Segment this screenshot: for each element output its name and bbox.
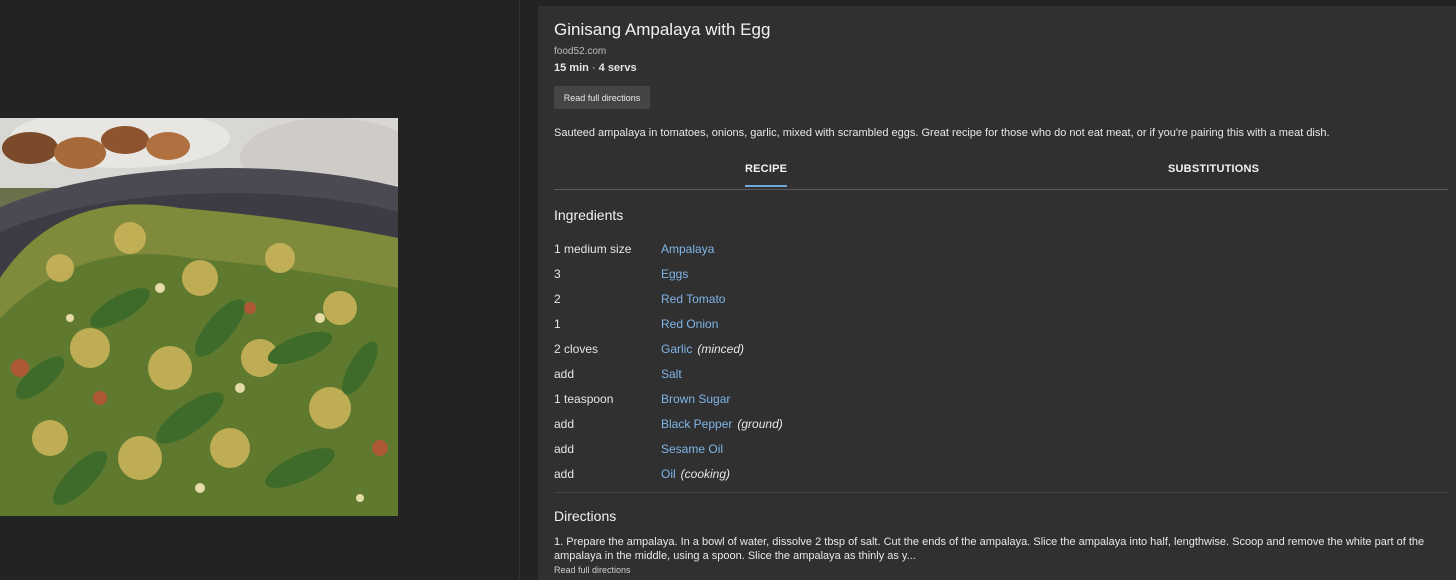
ingredient-link[interactable]: Garlic: [661, 342, 692, 356]
ingredient-row: add Salt: [554, 363, 1448, 388]
meta-separator: ·: [588, 62, 599, 74]
ingredient-qty: add: [554, 467, 575, 481]
read-full-directions-button[interactable]: Read full directions: [554, 86, 650, 109]
ingredient-note: (minced): [697, 342, 745, 356]
ingredient-row: add Sesame Oil: [554, 438, 1448, 463]
recipe-description: Sauteed ampalaya in tomatoes, onions, ga…: [554, 127, 1330, 139]
recipe-servings: 4 servs: [598, 62, 637, 74]
ingredient-row: 1 medium size Ampalaya: [554, 238, 1448, 263]
ingredient-qty: add: [554, 442, 575, 456]
ingredient-qty: 1 medium size: [554, 242, 632, 256]
ingredient-row: 1 Red Onion: [554, 313, 1448, 338]
tab-recipe[interactable]: RECIPE: [745, 163, 788, 187]
tab-substitutions-label: SUBSTITUTIONS: [1168, 163, 1260, 175]
ingredient-qty: 1: [554, 317, 561, 331]
recipe-viewer: Ginisang Ampalaya with Egg food52.com 15…: [0, 0, 1456, 580]
recipe-photo: [0, 118, 398, 516]
read-full-directions-link[interactable]: Read full directions: [554, 565, 631, 575]
directions-text: 1. Prepare the ampalaya. In a bowl of wa…: [554, 536, 1425, 562]
image-pane: [0, 0, 505, 580]
recipe-meta: 15 min · 4 servs: [554, 62, 637, 74]
ingredient-row: 3 Eggs: [554, 263, 1448, 288]
ingredient-qty: 2: [554, 292, 561, 306]
ingredient-link[interactable]: Salt: [661, 367, 682, 381]
ingredients-list: 1 medium size Ampalaya 3 Eggs 2 Red Toma…: [554, 238, 1448, 488]
ingredient-row: 1 teaspoon Brown Sugar: [554, 388, 1448, 413]
directions-heading: Directions: [554, 508, 617, 524]
ingredient-link[interactable]: Brown Sugar: [661, 392, 730, 406]
ingredients-heading: Ingredients: [554, 207, 624, 223]
ingredient-row: add Black Pepper (ground): [554, 413, 1448, 438]
ingredient-qty: 2 cloves: [554, 342, 599, 356]
recipe-source: food52.com: [554, 46, 607, 57]
recipe-card: Ginisang Ampalaya with Egg food52.com 15…: [538, 6, 1456, 580]
active-tab-indicator: [745, 185, 788, 187]
ingredient-note: (cooking): [680, 467, 731, 481]
ingredient-row: 2 cloves Garlic (minced): [554, 338, 1448, 363]
recipe-title: Ginisang Ampalaya with Egg: [554, 20, 771, 39]
ingredient-row: 2 Red Tomato: [554, 288, 1448, 313]
ingredient-note: (ground): [737, 417, 783, 431]
tab-recipe-label: RECIPE: [745, 163, 788, 175]
recipe-tabs: RECIPE SUBSTITUTIONS: [554, 156, 1448, 190]
section-divider: [554, 492, 1448, 493]
ingredient-link[interactable]: Sesame Oil: [661, 442, 723, 456]
ingredient-link[interactable]: Red Tomato: [661, 292, 725, 306]
pane-divider: [519, 0, 520, 580]
ingredient-qty: add: [554, 417, 575, 431]
ingredient-link[interactable]: Oil: [661, 467, 676, 481]
ingredient-qty: 1 teaspoon: [554, 392, 614, 406]
ingredient-row: add Oil (cooking): [554, 463, 1448, 488]
recipe-time: 15 min: [554, 62, 589, 74]
ingredient-qty: 3: [554, 267, 561, 281]
ingredient-qty: add: [554, 367, 575, 381]
ingredient-link[interactable]: Red Onion: [661, 317, 718, 331]
ingredient-link[interactable]: Eggs: [661, 267, 688, 281]
ingredient-link[interactable]: Ampalaya: [661, 242, 714, 256]
tab-substitutions[interactable]: SUBSTITUTIONS: [1168, 163, 1259, 175]
ingredient-link[interactable]: Black Pepper: [661, 417, 732, 431]
